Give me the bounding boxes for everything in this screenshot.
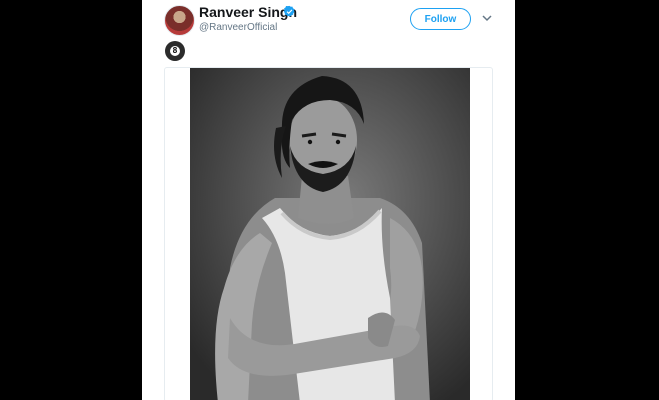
follow-button[interactable]: Follow: [410, 8, 471, 30]
avatar[interactable]: [164, 5, 195, 36]
author-handle[interactable]: @RanveerOfficial: [199, 22, 277, 33]
verified-badge-icon: [283, 5, 295, 17]
tweet-card: Ranveer Singh @RanveerOfficial Follow 8: [142, 0, 515, 400]
tweet-media[interactable]: [164, 67, 493, 400]
chevron-down-icon[interactable]: [480, 11, 494, 25]
eight-ball-icon: 8: [165, 41, 185, 61]
tweet-photo[interactable]: [190, 68, 470, 400]
eight-ball-label: 8: [170, 46, 180, 56]
portrait-illustration: [190, 68, 470, 400]
